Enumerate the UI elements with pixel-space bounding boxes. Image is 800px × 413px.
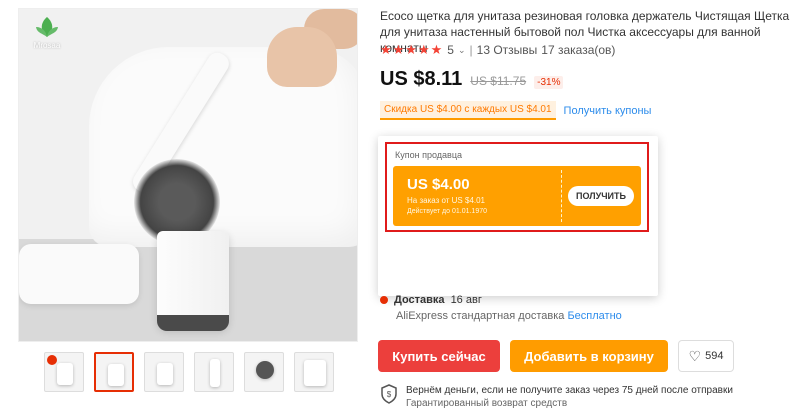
thumbnail-image [304,360,326,386]
wishlist-count: 594 [705,350,724,362]
current-price: US $8.11 [380,68,463,90]
delivery-date: 16 авг [450,294,482,306]
get-coupons-link[interactable]: Получить купоны [564,105,652,117]
rating-value: 5 [447,43,454,57]
delivery-service: AliExpress стандартная доставка [396,310,565,322]
add-to-cart-button[interactable]: Добавить в корзину [510,340,668,372]
product-main-image[interactable]: Mrosaa [18,8,358,342]
delivery-cost: Бесплатно [567,310,622,322]
discount-badge: -31% [534,76,564,89]
buyer-protection: $ Вернём деньги, если не получите заказ … [380,384,733,410]
popup-label: Купон продавца [395,150,462,160]
thumbnail[interactable] [194,352,234,392]
thumbnail[interactable] [244,352,284,392]
delivery-row: Доставка 16 авг [380,294,482,306]
thumbnail[interactable] [294,352,334,392]
thumbnail-image [256,361,274,379]
coupon-validity: Действует до 01.01.1970 [407,208,488,215]
svg-text:$: $ [387,390,392,399]
seller-coupon-card: US $4.00 На заказ от US $4.01 Действует … [393,166,641,226]
buy-now-button[interactable]: Купить сейчас [378,340,500,372]
thumbnail-image [57,363,73,385]
rating-row: ★★★★★ 5 ⌄ | 13 Отзывы 17 заказа(ов) [380,42,615,58]
location-dot-icon [380,296,388,304]
coupon-divider [561,170,562,222]
wishlist-button[interactable]: ♡ 594 [678,340,734,372]
thumbnail-active[interactable] [94,352,134,392]
thumbnail-badge [47,355,57,365]
price-row: US $8.11 US $11.75 -31% [380,68,564,91]
reviews-count[interactable]: 13 Отзывы [477,43,538,57]
separator: | [469,43,473,57]
guarantee-line1: Вернём деньги, если не получите заказ че… [406,385,733,396]
old-price: US $11.75 [470,74,527,88]
orders-count: 17 заказа(ов) [541,43,616,57]
guarantee-text: Вернём деньги, если не получите заказ че… [406,384,733,410]
thumbnail-image [210,359,220,387]
leaf-icon [36,17,58,37]
delivery-label: Доставка [394,294,445,306]
coupon-row: Скидка US $4.00 с каждых US $4.01 Получи… [380,101,651,120]
brand-logo: Mrosaa [27,15,67,50]
thumbnail[interactable] [44,352,84,392]
chevron-down-icon[interactable]: ⌄ [458,45,466,56]
coupon-tag[interactable]: Скидка US $4.00 с каждых US $4.01 [380,101,556,120]
coupon-amount: US $4.00 [407,176,470,193]
thumbnail-image [157,363,173,385]
star-rating-icon: ★★★★★ [380,42,444,57]
guarantee-line2: Гарантированный возврат средств [406,398,568,409]
action-buttons: Купить сейчас Добавить в корзину ♡ 594 [378,340,734,372]
coupon-condition: На заказ от US $4.01 [407,196,486,205]
delivery-service-row: AliExpress стандартная доставка Бесплатн… [396,310,622,322]
heart-icon: ♡ [688,347,702,364]
shield-icon: $ [381,384,397,404]
image-rug [19,244,139,304]
thumbnail[interactable] [144,352,184,392]
image-holder-base [157,315,229,331]
logo-text: Mrosaa [33,41,61,50]
thumbnail-strip [44,352,334,392]
get-coupon-button[interactable]: ПОЛУЧИТЬ [568,186,634,206]
image-hand [267,27,337,87]
thumbnail-image [108,364,124,386]
